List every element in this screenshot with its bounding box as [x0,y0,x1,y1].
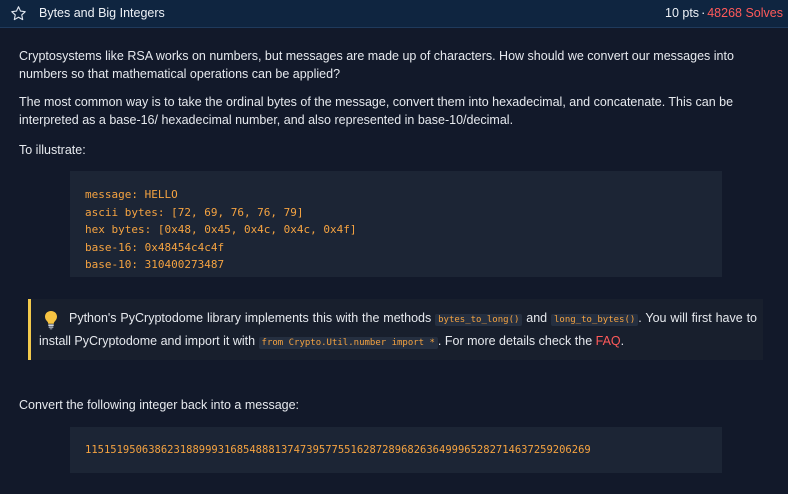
points-and-solves: 10 pts · 48268 Solves [665,6,783,20]
example-code-block: message: HELLO ascii bytes: [72, 69, 76,… [70,171,722,277]
points-value: 10 pts [665,6,700,20]
illustrate-paragraph: To illustrate: [19,143,86,157]
inline-code-long-to-bytes: long_to_bytes() [551,314,639,326]
challenge-integer-block: 1151519506386231889993168548881374739577… [70,427,722,473]
tip-text: Python's PyCryptodome library implements… [39,308,757,354]
tip-text-part: . For more details check the [437,334,596,348]
method-paragraph: The most common way is to take the ordin… [19,95,734,127]
challenge-title: Bytes and Big Integers [39,6,165,20]
intro-paragraph: Cryptosystems like RSA works on numbers,… [19,49,734,81]
inline-code-bytes-to-long: bytes_to_long() [435,314,523,326]
convert-paragraph: Convert the following integer back into … [19,398,300,412]
faq-link[interactable]: FAQ [596,334,621,348]
challenge-integer: 1151519506386231889993168548881374739577… [85,444,591,456]
code-line: hex bytes: [0x48, 0x45, 0x4c, 0x4c, 0x4f… [85,223,357,236]
solves-link[interactable]: 48268 Solves [707,6,783,20]
challenge-header: Bytes and Big Integers 10 pts · 48268 Solv… [0,0,788,28]
tip-text-part: and [522,311,551,325]
separator: · [701,6,706,20]
tip-box: Python's PyCryptodome library implements… [28,299,763,360]
code-line: message: HELLO [85,188,178,201]
tip-text-part: . [620,334,625,348]
star-icon[interactable] [10,5,27,22]
code-line: ascii bytes: [72, 69, 76, 76, 79] [85,205,304,219]
code-line: base-10: 310400273487 [85,258,225,271]
inline-code-import: from Crypto.Util.number import * [258,337,438,349]
tip-text-part: Python's PyCryptodome library implements… [69,311,436,325]
code-line: base-16: 0x48454c4c4f [85,240,225,254]
